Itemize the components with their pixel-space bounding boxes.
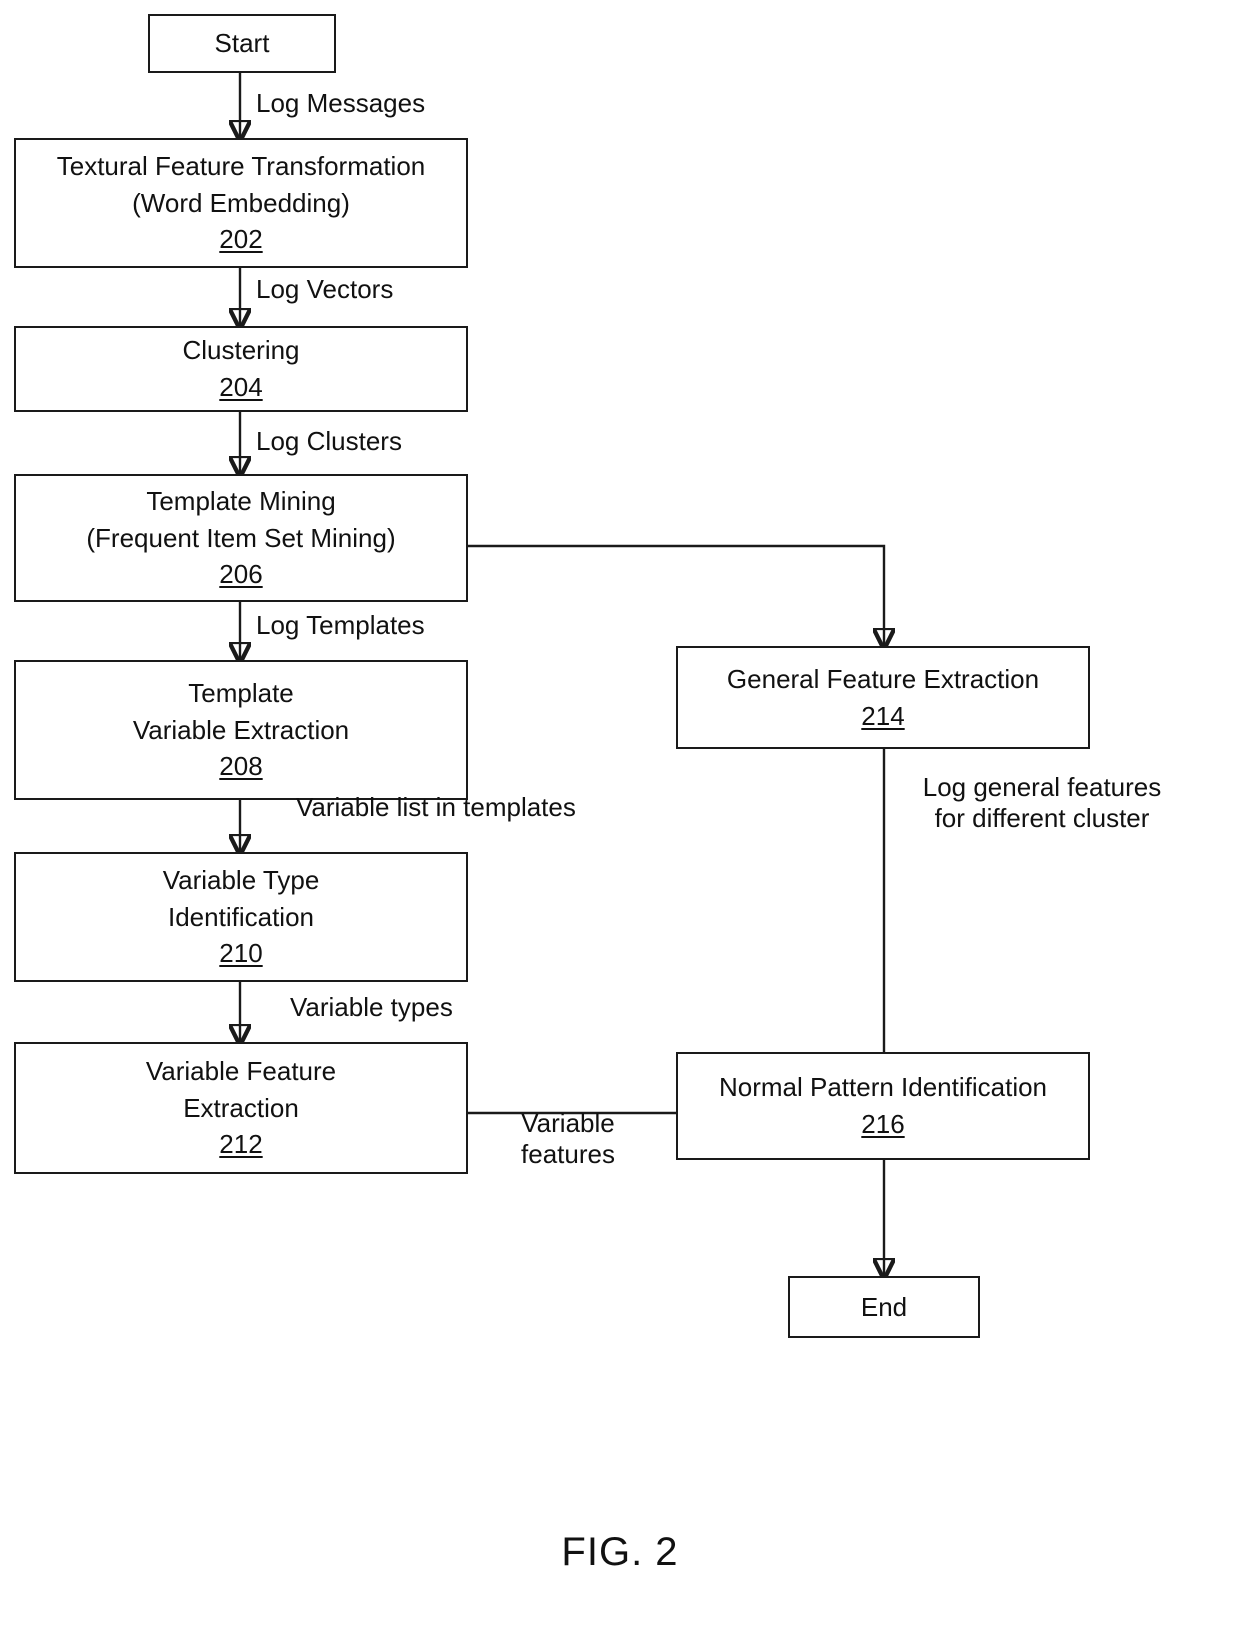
node-template-variable-extraction[interactable]: Template Variable Extraction 208: [14, 660, 468, 800]
node-212-line2: Extraction: [183, 1092, 299, 1123]
edge-label-log-templates: Log Templates: [256, 610, 425, 640]
node-212-ref: 212: [219, 1129, 263, 1160]
node-210-ref: 210: [219, 938, 263, 969]
edge-label-log-clusters: Log Clusters: [256, 426, 402, 456]
node-204-line1: Clustering: [182, 335, 300, 366]
node-212-line1: Variable Feature: [145, 1055, 337, 1086]
node-208-ref: 208: [219, 751, 263, 782]
node-normal-pattern-identification[interactable]: Normal Pattern Identification 216: [676, 1052, 1090, 1160]
node-210-line2: Identification: [168, 901, 314, 932]
node-202-line1: Textural Feature Transformation: [56, 150, 426, 181]
node-202-ref: 202: [219, 224, 263, 255]
node-clustering[interactable]: Clustering 204: [14, 326, 468, 412]
node-206-line2: (Frequent Item Set Mining): [86, 522, 396, 553]
node-206-ref: 206: [219, 559, 263, 590]
edge-label-log-vectors: Log Vectors: [256, 274, 394, 304]
edge-label-variable-features: Variable features: [521, 1108, 615, 1170]
node-template-mining[interactable]: Template Mining (Frequent Item Set Minin…: [14, 474, 468, 602]
node-208-line1: Template: [188, 677, 294, 708]
edge-label-variable-types: Variable types: [290, 992, 453, 1022]
node-start-label: Start: [214, 28, 270, 59]
node-216-line1: Normal Pattern Identification: [718, 1072, 1048, 1103]
node-204-ref: 204: [219, 372, 263, 402]
node-end[interactable]: End: [788, 1276, 980, 1338]
node-206-line1: Template Mining: [146, 485, 336, 516]
node-216-ref: 216: [861, 1109, 905, 1139]
edge-label-variable-list-in-templates: Variable list in templates: [296, 792, 576, 822]
node-214-line1: General Feature Extraction: [726, 663, 1040, 694]
node-variable-feature-extraction[interactable]: Variable Feature Extraction 212: [14, 1042, 468, 1174]
edge-206-to-214: [468, 544, 884, 646]
flowchart-figure: Start Textural Feature Transformation (W…: [0, 0, 1240, 1637]
node-end-label: End: [860, 1291, 908, 1322]
node-214-ref: 214: [861, 700, 905, 731]
node-202-line2: (Word Embedding): [132, 187, 350, 218]
node-208-line2: Variable Extraction: [132, 714, 350, 745]
node-210-line1: Variable Type: [162, 864, 320, 895]
node-textural-feature-transformation[interactable]: Textural Feature Transformation (Word Em…: [14, 138, 468, 268]
edge-label-log-general-features: Log general features for different clust…: [922, 772, 1162, 834]
edge-label-log-messages: Log Messages: [256, 88, 426, 118]
node-variable-type-identification[interactable]: Variable Type Identification 210: [14, 852, 468, 982]
node-start[interactable]: Start: [148, 14, 336, 73]
figure-caption: FIG. 2: [561, 1530, 679, 1574]
node-general-feature-extraction[interactable]: General Feature Extraction 214: [676, 646, 1090, 749]
